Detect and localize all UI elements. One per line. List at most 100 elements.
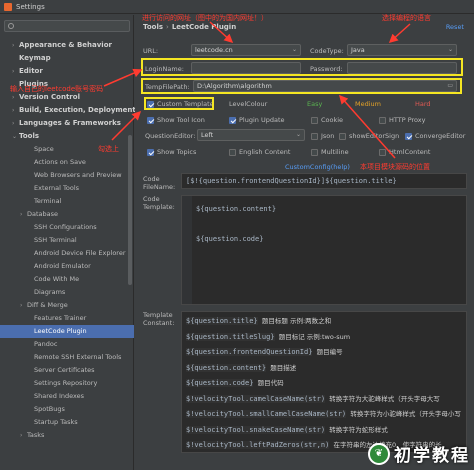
medium-colour-swatch[interactable]: Medium [355,100,381,108]
html-content-checkbox[interactable]: HtmlContent [379,148,430,156]
constant-description: 转换字符为蛇形样式 [329,425,388,434]
sidebar-item-label: Settings Repository [34,379,98,387]
chevron-icon[interactable]: › [20,208,27,221]
checkbox-unchecked-icon [311,132,318,140]
sidebar-item[interactable]: Keymap [0,52,134,65]
url-select[interactable]: leetcode.cn ⌄ [191,44,301,56]
template-constant-row: ${question.title} 题目标题 示例:两数之和 [182,314,466,330]
sidebar-item[interactable]: SpotBugs [0,403,134,416]
constant-description: 转换字符为小驼峰样式（开头字母小写 [350,410,461,418]
chevron-icon[interactable]: › [12,65,19,78]
checkbox-unchecked-icon [379,116,386,124]
sidebar-item[interactable]: Actions on Save [0,156,134,169]
template-constant-row: ${question.content} 题目描述 [182,361,466,377]
sidebar-item[interactable]: Android Emulator [0,260,134,273]
sidebar-item-label: Startup Tasks [34,418,78,426]
sidebar-item-label: Server Certificates [34,366,95,374]
leaf-logo-icon: ❦ [368,442,390,465]
sidebar-item[interactable]: Terminal [0,195,134,208]
sidebar-item[interactable]: › Build, Execution, Deployment [0,104,136,117]
sidebar-item[interactable]: SSH Terminal [0,234,134,247]
chevron-icon[interactable]: › [20,299,27,312]
checkbox-checked-icon [229,116,236,124]
reset-link[interactable]: Reset [446,23,464,31]
sidebar-item[interactable]: › Database [0,208,134,221]
chevron-icon[interactable]: › [12,117,19,130]
converge-editor-label: ConvergeEditor [415,132,466,140]
question-editor-label: QuestionEditor: [145,132,196,140]
sidebar-item-label: Tools [19,132,40,140]
plugin-update-checkbox[interactable]: Plugin Update [229,116,285,124]
sidebar-item-label: Editor [19,67,43,75]
hard-colour-swatch[interactable]: Hard [415,100,431,108]
cookie-checkbox[interactable]: Cookie [311,116,343,124]
sidebar-item[interactable]: Code With Me [0,273,134,286]
sidebar-item-label: Remote SSH External Tools [34,353,122,361]
show-editor-sign-checkbox[interactable]: showEditorSign [339,132,399,140]
sidebar-item[interactable]: Android Device File Explorer [0,247,134,260]
sidebar-scrollbar[interactable] [128,135,132,285]
template-constant-row: ${question.code} 题目代码 [182,376,466,392]
sidebar-item[interactable]: External Tools [0,182,134,195]
sidebar-item[interactable]: › Appearance & Behavior [0,39,134,52]
multiline-checkbox[interactable]: Multiline [311,148,349,156]
sidebar-item[interactable]: Startup Tasks [0,416,134,429]
http-proxy-label: HTTP Proxy [389,116,426,124]
sidebar-item[interactable]: SSH Configurations [0,221,134,234]
level-colour-label: LevelColour [229,100,268,108]
sidebar-item[interactable]: Remote SSH External Tools [0,351,134,364]
sidebar-item[interactable]: Diagrams [0,286,134,299]
code-filename-editor[interactable]: [$!{question.frontendQuestionId}]${quest… [181,173,467,189]
code-template-editor[interactable]: ${question.content} ${question.code} [181,195,467,305]
english-content-checkbox[interactable]: English Content [229,148,290,156]
breadcrumb: Tools › LeetCode Plugin [143,23,236,31]
sidebar-item[interactable]: Features Trainer [0,312,134,325]
template-constant-label: Template Constant: [143,311,175,327]
sidebar-item-label: Appearance & Behavior [19,41,112,49]
sidebar-item[interactable]: › Languages & Frameworks [0,117,134,130]
chevron-icon[interactable]: › [12,39,19,52]
annotation-check-note: 勾选上 [98,145,119,153]
template-line [192,217,466,232]
constant-code: $!velocityTool.leftPadZeros(str,n) [186,441,330,449]
easy-colour-swatch[interactable]: Easy [307,100,322,108]
show-tool-icon-checkbox[interactable]: Show Tool Icon [147,116,205,124]
sidebar-item[interactable]: › Tasks [0,429,134,442]
checkbox-unchecked-icon [311,148,318,156]
sidebar-item-label: Android Emulator [34,262,91,270]
checkbox-checked-icon [405,132,412,140]
template-constant-row: $!velocityTool.snakeCaseName(str) 转换字符为蛇… [182,423,466,439]
question-editor-select[interactable]: Left ⌄ [197,129,305,141]
sidebar-item[interactable]: › Editor [0,65,134,78]
sidebar-item[interactable]: Web Browsers and Preview [0,169,134,182]
sidebar-item[interactable]: Shared Indexes [0,390,134,403]
code-filename-label: Code FileName: [143,175,176,191]
breadcrumb-tools[interactable]: Tools [143,23,163,31]
chevron-icon[interactable]: › [12,104,19,117]
show-topics-checkbox[interactable]: Show Topics [147,148,196,156]
json-checkbox[interactable]: Json [311,132,334,140]
annotation-login-note: 输入自己的leetcode账号密码 [10,85,104,93]
app-icon [4,2,12,11]
chevron-icon[interactable]: › [20,429,27,442]
custom-config-help-link[interactable]: CustomConfig(help) [285,163,350,171]
sidebar-item[interactable]: Server Certificates [0,364,134,377]
annotation-box-login [141,58,463,76]
http-proxy-checkbox[interactable]: HTTP Proxy [379,116,426,124]
codetype-select[interactable]: Java ⌄ [347,44,457,56]
sidebar-item-label: Android Device File Explorer [34,249,126,257]
converge-editor-checkbox[interactable]: ConvergeEditor [405,132,465,140]
sidebar-item-label: Pandoc [34,340,58,348]
sidebar-item[interactable]: Settings Repository [0,377,134,390]
sidebar-item-label: Diff & Merge [27,301,68,309]
sidebar-item[interactable]: Pandoc [0,338,134,351]
show-editor-sign-label: showEditorSign [349,132,400,140]
sidebar-item[interactable]: ⌄ Tools [0,130,134,143]
url-value: leetcode.cn [195,46,233,54]
chevron-icon[interactable]: ⌄ [12,130,19,143]
sidebar-item[interactable]: › Diff & Merge [0,299,134,312]
annotation-box-custom-template [144,97,214,110]
settings-search-input[interactable] [4,20,130,32]
sidebar-item[interactable]: LeetCode Plugin [0,325,134,338]
checkbox-unchecked-icon [229,148,236,156]
